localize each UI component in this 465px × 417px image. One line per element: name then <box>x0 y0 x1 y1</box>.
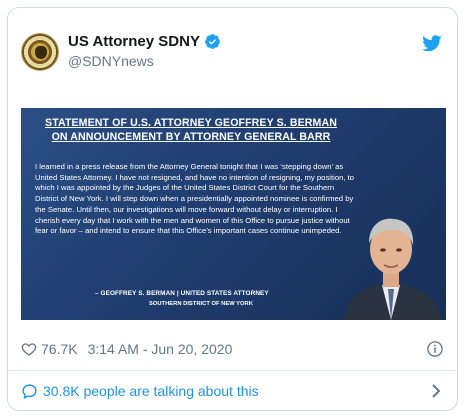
chevron-right-icon[interactable] <box>430 384 442 398</box>
divider <box>8 370 457 371</box>
author-handle[interactable]: @SDNYnews <box>68 53 221 69</box>
info-icon[interactable] <box>426 340 444 358</box>
signature-line-1: – GEOFFREY S. BERMAN | UNITED STATES ATT… <box>95 290 269 297</box>
statement-body: I learned in a press release from the At… <box>35 162 355 236</box>
avatar[interactable] <box>21 33 59 71</box>
tweet-meta-row: 76.7K 3:14 AM - Jun 20, 2020 <box>21 338 444 360</box>
signature-line-2: SOUTHERN DISTRICT OF NEW YORK <box>149 301 253 307</box>
tweet-card: US Attorney SDNY @SDNYnews STATEMENT OF … <box>7 7 458 411</box>
portrait-image <box>344 218 442 320</box>
doj-seal-icon <box>35 46 47 59</box>
heart-icon[interactable] <box>21 341 37 357</box>
conversation-count-text[interactable]: 30.8K people are talking about this <box>43 383 259 399</box>
author-block[interactable]: US Attorney SDNY @SDNYnews <box>68 31 221 69</box>
author-display-name[interactable]: US Attorney SDNY <box>68 31 221 51</box>
tweet-media-image[interactable]: STATEMENT OF U.S. ATTORNEY GEOFFREY S. B… <box>21 108 446 320</box>
twitter-bird-icon[interactable] <box>422 35 442 52</box>
headline-line-2: ON ANNOUNCEMENT BY ATTORNEY GENERAL BARR <box>51 131 331 143</box>
tweet-timestamp[interactable]: 3:14 AM - Jun 20, 2020 <box>88 341 233 357</box>
tweet-header: US Attorney SDNY @SDNYnews <box>21 29 444 79</box>
display-name-text[interactable]: US Attorney SDNY <box>68 33 200 50</box>
like-count[interactable]: 76.7K <box>41 341 78 357</box>
conversation-link[interactable]: 30.8K people are talking about this <box>21 380 444 402</box>
verified-badge-icon <box>205 33 220 49</box>
headline-line-1: STATEMENT OF U.S. ATTORNEY GEOFFREY S. B… <box>45 117 337 129</box>
speech-bubble-icon <box>22 383 37 399</box>
statement-headline: STATEMENT OF U.S. ATTORNEY GEOFFREY S. B… <box>21 116 361 144</box>
